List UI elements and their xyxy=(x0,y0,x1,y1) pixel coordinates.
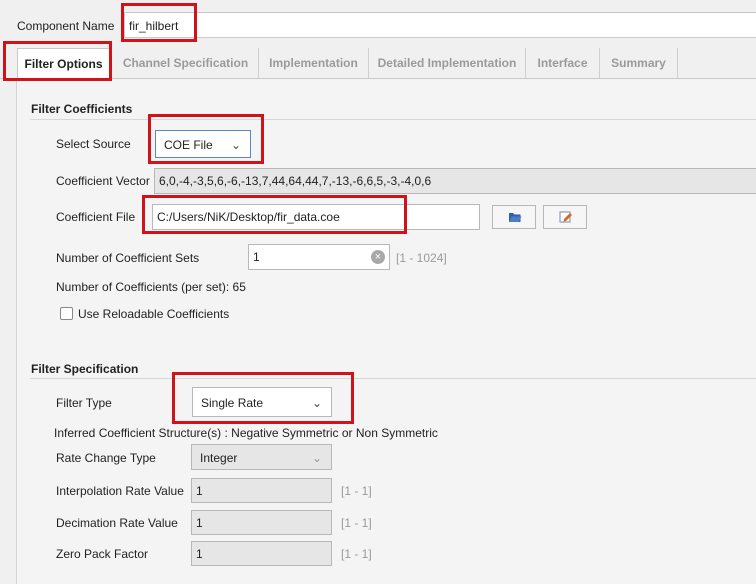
filter-coefficients-title: Filter Coefficients xyxy=(31,102,133,116)
inferred-structure-text: Inferred Coefficient Structure(s) : Nega… xyxy=(54,426,438,440)
reloadable-coefficients-checkbox[interactable] xyxy=(60,307,73,320)
coefficient-vector-label: Coefficient Vector xyxy=(56,174,150,188)
decimation-rate-input[interactable]: 1 xyxy=(191,510,332,535)
component-name-label: Component Name xyxy=(17,19,115,33)
component-name-input[interactable]: fir_hilbert xyxy=(124,12,756,38)
rate-change-type-value: Integer xyxy=(200,451,238,465)
num-coefficients-text: Number of Coefficients (per set): 65 xyxy=(56,280,246,294)
coefficient-file-label: Coefficient File xyxy=(56,210,136,224)
browse-file-button[interactable] xyxy=(492,205,536,229)
interpolation-rate-label: Interpolation Rate Value xyxy=(56,484,184,498)
rate-change-type-label: Rate Change Type xyxy=(56,451,156,465)
interpolation-rate-range: [1 - 1] xyxy=(341,484,372,498)
clear-icon[interactable]: × xyxy=(371,250,385,264)
filter-specification-title: Filter Specification xyxy=(31,362,139,376)
coefficient-sets-label: Number of Coefficient Sets xyxy=(56,251,200,265)
filter-options-panel xyxy=(16,79,756,584)
section-divider xyxy=(30,378,756,379)
chevron-down-icon: ⌄ xyxy=(311,451,322,465)
chevron-down-icon: ⌄ xyxy=(230,138,241,152)
chevron-down-icon: ⌄ xyxy=(311,396,322,410)
filter-type-dropdown[interactable]: Single Rate ⌄ xyxy=(192,387,332,417)
coefficient-vector-field: 6,0,-4,-3,5,6,-6,-13,7,44,64,44,7,-13,-6… xyxy=(154,168,756,194)
coefficient-sets-range: [1 - 1024] xyxy=(396,251,447,265)
select-source-label: Select Source xyxy=(56,137,131,151)
edit-icon xyxy=(559,211,572,223)
edit-file-button[interactable] xyxy=(543,205,587,229)
tab-channel-specification[interactable]: Channel Specification xyxy=(113,48,259,78)
tab-implementation[interactable]: Implementation xyxy=(259,48,369,78)
zero-pack-label: Zero Pack Factor xyxy=(56,547,149,561)
reloadable-coefficients-label: Use Reloadable Coefficients xyxy=(78,307,230,321)
select-source-value: COE File xyxy=(164,138,213,152)
tab-filter-options[interactable]: Filter Options xyxy=(17,48,110,78)
decimation-rate-label: Decimation Rate Value xyxy=(56,516,178,530)
section-divider xyxy=(30,119,756,120)
tab-interface[interactable]: Interface xyxy=(526,48,600,78)
rate-change-type-dropdown[interactable]: Integer ⌄ xyxy=(191,444,332,470)
zero-pack-range: [1 - 1] xyxy=(341,547,372,561)
coefficient-sets-input[interactable]: 1 xyxy=(248,244,390,270)
tab-summary[interactable]: Summary xyxy=(600,48,678,78)
select-source-dropdown[interactable]: COE File ⌄ xyxy=(155,130,251,158)
filter-type-label: Filter Type xyxy=(56,396,112,410)
tab-detailed-implementation[interactable]: Detailed Implementation xyxy=(369,48,526,78)
coefficient-file-input[interactable]: C:/Users/NiK/Desktop/fir_data.coe xyxy=(152,204,480,230)
filter-type-value: Single Rate xyxy=(201,396,264,410)
interpolation-rate-input[interactable]: 1 xyxy=(191,478,332,503)
decimation-rate-range: [1 - 1] xyxy=(341,516,372,530)
zero-pack-input[interactable]: 1 xyxy=(191,541,332,566)
folder-open-icon xyxy=(509,213,522,222)
